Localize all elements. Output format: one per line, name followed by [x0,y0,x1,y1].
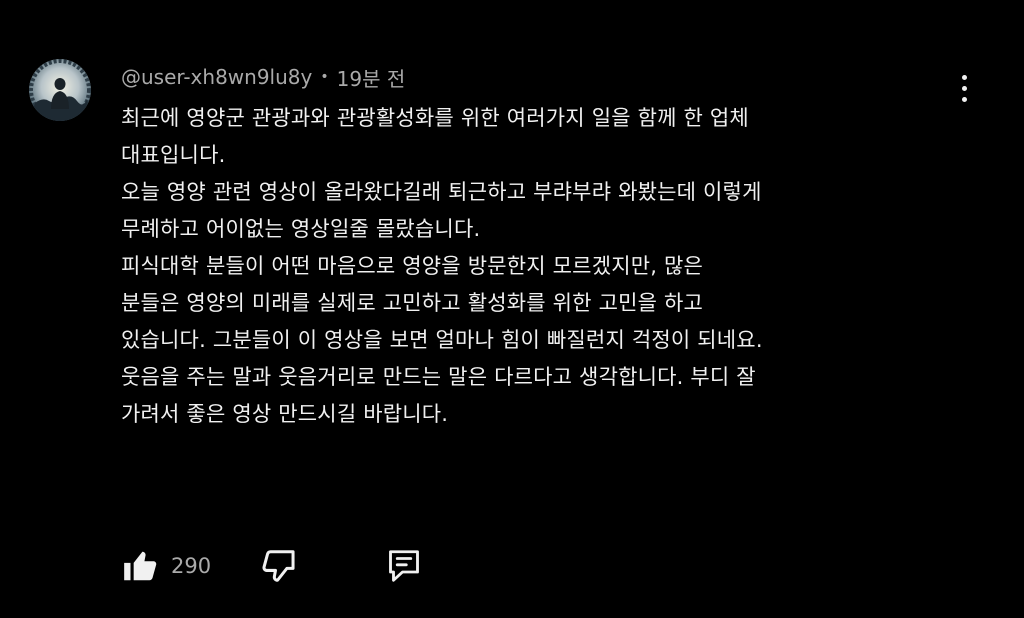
comment-line: 오늘 영양 관련 영상이 올라왔다길래 퇴근하고 부랴부랴 와봤는데 이렇게 [121,180,762,204]
thumbs-up-icon [124,551,157,581]
separator-dot: • [320,69,329,85]
comment-line: 웃음을 주는 말과 웃음거리로 만드는 말은 다르다고 생각합니다. 부디 잘 [121,365,756,389]
comment-line: 최근에 영양군 관광과와 관광활성화를 위한 여러가지 일을 함께 한 업체 [121,106,749,130]
comment-text: 최근에 영양군 관광과와 관광활성화를 위한 여러가지 일을 함께 한 업체 대… [121,100,971,433]
comment-line: 가려서 좋은 영상 만드시길 바랍니다. [121,402,449,426]
comment-line: 피식대학 분들이 어떤 마음으로 영양을 방문한지 모르겠지만, 많은 [121,254,704,278]
comment-line: 분들은 영양의 미래를 실제로 고민하고 활성화를 위한 고민을 하고 [121,291,704,315]
comment-line: 있습니다. 그분들이 이 영상을 보면 얼마나 힘이 빠질런지 걱정이 되네요. [121,328,763,352]
comment-thread: @user-xh8wn9lu8y • 19분 전 최근에 영양군 관광과와 관광… [0,0,1024,618]
author-name[interactable]: @user-xh8wn9lu8y [121,65,312,89]
like-count: 290 [171,554,212,578]
thumbs-down-icon [262,550,295,582]
reply-comment-icon [389,550,419,582]
dislike-button[interactable] [259,546,297,586]
comment-line: 대표입니다. [121,143,226,167]
comment-header: @user-xh8wn9lu8y • 19분 전 [121,60,405,94]
comment-timestamp[interactable]: 19분 전 [337,63,406,92]
avatar-image [29,59,91,121]
comment-line: 무례하고 어이없는 영상일줄 몰랐습니다. [121,217,481,241]
avatar[interactable] [29,59,91,121]
like-button[interactable]: 290 [121,546,211,586]
reply-button[interactable] [386,546,422,586]
